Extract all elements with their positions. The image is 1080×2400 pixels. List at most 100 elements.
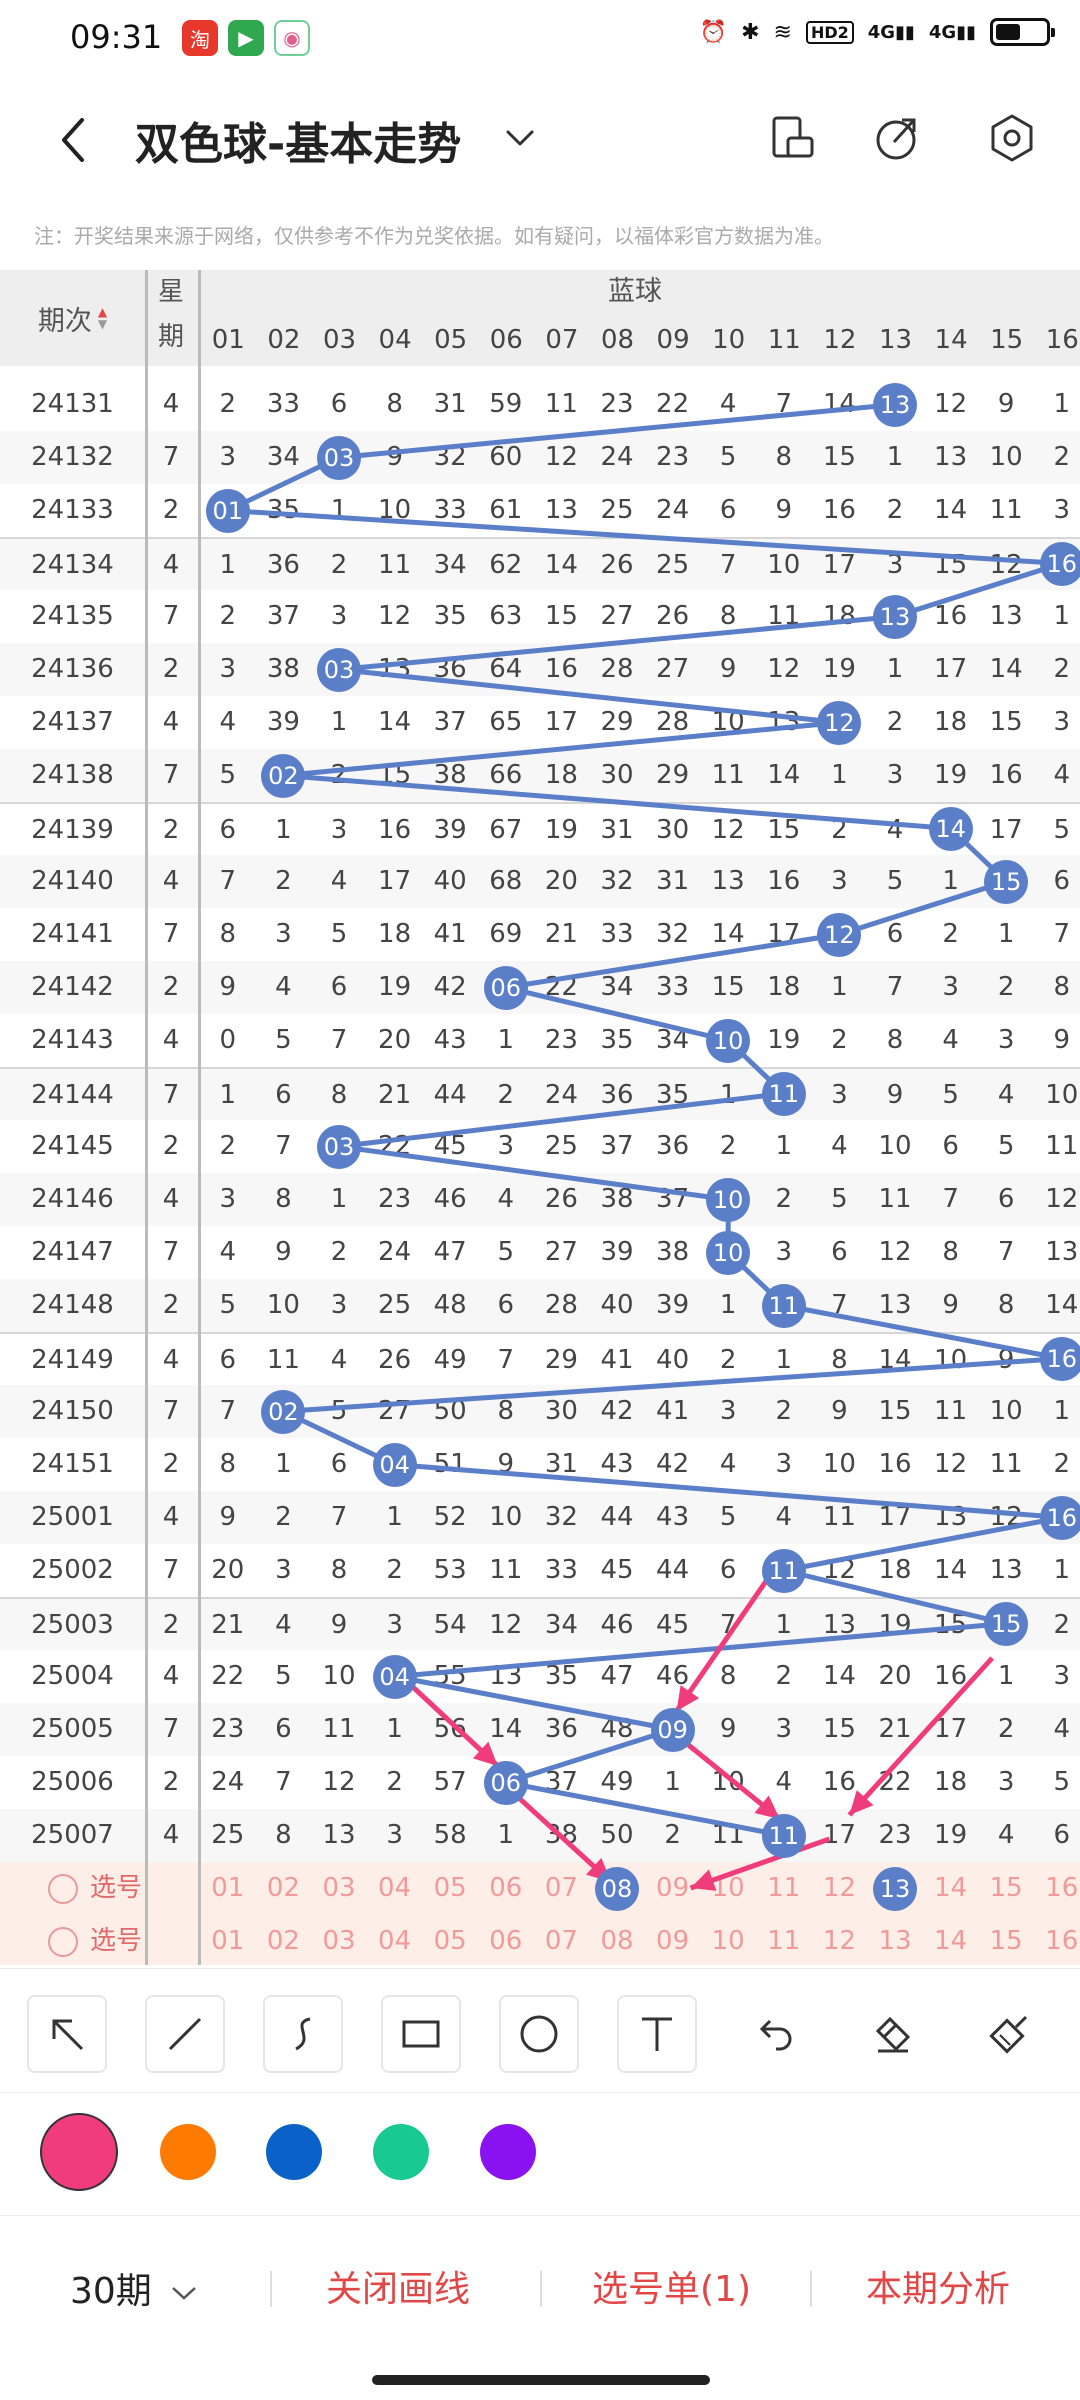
miss-count-cell: 33 <box>544 1555 578 1585</box>
miss-count-cell: 19 <box>544 815 578 845</box>
pick-number-01[interactable]: 01 <box>200 1915 256 1965</box>
pick-number-12[interactable]: 12 <box>812 1862 868 1915</box>
clear-all-button[interactable] <box>971 1995 1051 2073</box>
wifi-icon: ≋ <box>773 19 792 45</box>
pick-number-02[interactable]: 02 <box>256 1915 312 1965</box>
pick-number-15[interactable]: 15 <box>978 1915 1034 1965</box>
pick-number-07[interactable]: 07 <box>534 1862 590 1915</box>
period-sort-header[interactable]: 期次 ▲ ▼ <box>0 270 145 366</box>
pick-number-02[interactable]: 02 <box>256 1862 312 1915</box>
taobao-app-icon: 淘 <box>182 20 218 56</box>
miss-count-cell: 8 <box>831 1345 848 1375</box>
week-cell: 4 <box>162 1820 180 1850</box>
rotate-screen-icon[interactable] <box>762 108 822 168</box>
miss-count-cell: 4 <box>775 1767 793 1797</box>
pick-number-12[interactable]: 12 <box>812 1915 868 1965</box>
miss-count-cell: 65 <box>489 707 523 737</box>
color-swatch-blue[interactable] <box>266 2124 322 2180</box>
miss-count-cell: 37 <box>600 1131 634 1161</box>
circle-tool-button[interactable] <box>499 1995 579 2073</box>
back-arrow-icon[interactable] <box>50 110 100 170</box>
miss-count-cell: 15 <box>544 601 578 631</box>
miss-count-cell: 2 <box>386 1555 403 1585</box>
pick-number-10[interactable]: 10 <box>700 1915 756 1965</box>
chevron-down-icon[interactable] <box>500 118 540 158</box>
pick-number-07[interactable]: 07 <box>534 1915 590 1965</box>
miss-count-cell: 41 <box>433 919 467 949</box>
pick-number-05[interactable]: 05 <box>422 1915 478 1965</box>
week-cell: 4 <box>162 1661 180 1691</box>
miss-count-cell: 5 <box>886 866 904 896</box>
pick-number-03[interactable]: 03 <box>311 1915 367 1965</box>
miss-count-cell: 13 <box>544 495 578 525</box>
share-icon[interactable] <box>868 108 928 168</box>
pick-checkbox-icon[interactable] <box>48 1926 78 1957</box>
line-tool-button[interactable] <box>145 1995 225 2073</box>
curve-tool-button[interactable] <box>263 1995 343 2073</box>
miss-count-cell: 37 <box>266 601 300 631</box>
pick-number-11[interactable]: 11 <box>756 1915 812 1965</box>
miss-count-cell: 36 <box>600 1080 634 1110</box>
pick-number-06[interactable]: 06 <box>478 1915 534 1965</box>
table-row: 25006 2 24 7 12 2 57 06 37 49 1 10 4 16 22 18 3 5 <box>0 1756 1080 1809</box>
rectangle-tool-button[interactable] <box>381 1995 461 2073</box>
miss-count-cell: 10 <box>822 1449 856 1479</box>
trend-grid: 期次 ▲ ▼ 星期 蓝球 01 02 03 04 05 06 07 08 09 10 11 12 13 14… <box>0 270 1080 1965</box>
eraser-button[interactable] <box>853 1995 933 2073</box>
blue-ball-header: 蓝球 <box>608 276 662 307</box>
pick-number-06[interactable]: 06 <box>478 1862 534 1915</box>
undo-button[interactable] <box>735 1995 815 2073</box>
arrow-tool-button[interactable] <box>27 1995 107 2073</box>
pick-number-11[interactable]: 11 <box>756 1862 812 1915</box>
analysis-button[interactable]: 本期分析 <box>866 2260 1010 2312</box>
table-row: 24132 7 3 34 03 9 32 60 12 24 23 5 8 15 1 13 10 2 <box>0 431 1080 484</box>
pick-number-14[interactable]: 14 <box>923 1915 979 1965</box>
pick-number-05[interactable]: 05 <box>422 1862 478 1915</box>
pick-number-16[interactable]: 16 <box>1034 1915 1080 1965</box>
miss-count-cell: 1 <box>386 1502 403 1532</box>
pick-number-15[interactable]: 15 <box>978 1862 1034 1915</box>
miss-count-cell: 1 <box>831 760 848 790</box>
pick-number-13[interactable]: 13 <box>867 1915 923 1965</box>
pick-number-08[interactable]: 08 <box>589 1915 645 1965</box>
pick-number-04[interactable]: 04 <box>367 1862 423 1915</box>
miss-count-cell: 46 <box>600 1610 634 1640</box>
miss-count-cell: 26 <box>378 1345 412 1375</box>
text-tool-button[interactable] <box>617 1995 697 2073</box>
miss-count-cell: 16 <box>544 654 578 684</box>
miss-count-cell: 1 <box>330 495 348 525</box>
miss-count-cell: 36 <box>433 654 467 684</box>
selected-pick-ball[interactable]: 13 <box>873 1866 917 1911</box>
settings-icon[interactable] <box>982 108 1042 168</box>
pick-checkbox-icon[interactable] <box>48 1873 78 1904</box>
color-swatch-purple[interactable] <box>480 2124 536 2180</box>
miss-count-cell: 31 <box>433 389 467 419</box>
pick-number-04[interactable]: 04 <box>367 1915 423 1965</box>
pick-number-03[interactable]: 03 <box>311 1862 367 1915</box>
pick-number-09[interactable]: 09 <box>645 1862 701 1915</box>
miss-count-cell: 44 <box>656 1555 690 1585</box>
color-swatch-pink[interactable] <box>40 2113 118 2191</box>
miss-count-cell: 12 <box>378 601 412 631</box>
pick-row-label[interactable]: 选号 <box>48 1862 142 1915</box>
miss-count-cell: 17 <box>767 919 801 949</box>
pick-number-09[interactable]: 09 <box>645 1915 701 1965</box>
period-count-selector[interactable]: 30期 <box>70 2262 199 2314</box>
miss-count-cell: 21 <box>878 1714 912 1744</box>
pick-row-label[interactable]: 选号 <box>48 1915 142 1965</box>
miss-count-cell: 9 <box>886 1080 904 1110</box>
pick-number-10[interactable]: 10 <box>700 1862 756 1915</box>
home-indicator[interactable] <box>372 2375 710 2385</box>
miss-count-cell: 14 <box>544 550 578 580</box>
miss-count-cell: 11 <box>711 760 745 790</box>
pick-number-01[interactable]: 01 <box>200 1862 256 1915</box>
pick-number-16[interactable]: 16 <box>1034 1862 1080 1915</box>
color-swatch-orange[interactable] <box>160 2124 216 2180</box>
close-lines-button[interactable]: 关闭画线 <box>326 2260 470 2312</box>
pick-number-14[interactable]: 14 <box>923 1862 979 1915</box>
miss-count-cell: 54 <box>433 1610 467 1640</box>
winning-ball: 13 <box>873 594 917 639</box>
period-cell: 24144 <box>31 1080 114 1110</box>
color-swatch-green[interactable] <box>373 2124 429 2180</box>
pick-list-button[interactable]: 选号单(1) <box>592 2260 751 2312</box>
